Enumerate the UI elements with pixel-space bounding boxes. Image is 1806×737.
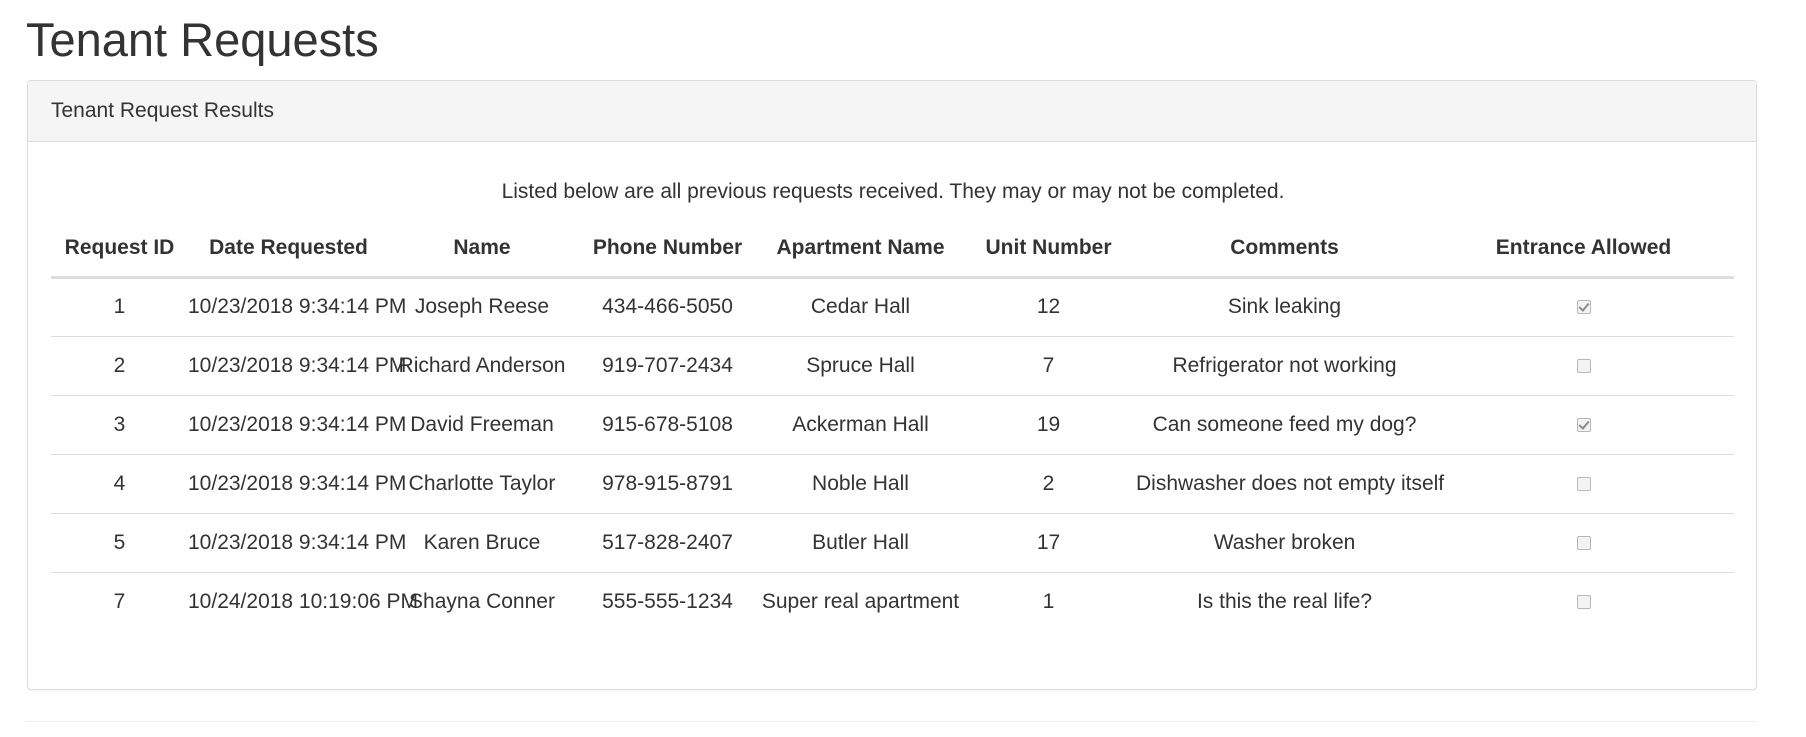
cell-comments: Can someone feed my dog? <box>1136 395 1433 455</box>
cell-name: David Freeman <box>389 395 575 455</box>
cell-unit-number: 19 <box>961 395 1136 455</box>
column-header-entrance-allowed: Entrance Allowed <box>1433 221 1734 279</box>
cell-phone-number: 517-828-2407 <box>575 513 760 573</box>
tenant-requests-page: Tenant Requests Tenant Request Results L… <box>0 0 1806 737</box>
cell-date-requested: 10/24/2018 10:19:06 PM <box>188 589 419 613</box>
cell-phone-number: 555-555-1234 <box>602 589 733 613</box>
cell-comments: Washer broken <box>1136 513 1433 573</box>
cell-unit-number: 2 <box>961 454 1136 514</box>
table-row: 3 10/23/2018 9:34:14 PM David Freeman 91… <box>51 395 1734 455</box>
panel-heading: Tenant Request Results <box>28 81 1756 142</box>
cell-name: Shayna Conner <box>409 589 555 613</box>
cell-entrance-allowed <box>1433 277 1734 337</box>
table-row: 1 10/23/2018 9:34:14 PM Joseph Reese 434… <box>51 277 1734 337</box>
cell-phone-number: 919-707-2434 <box>575 336 760 396</box>
cell-unit-number: 1 <box>1042 589 1055 613</box>
cell-entrance-allowed <box>1433 513 1734 573</box>
cell-comments: Is this the real life? <box>1196 589 1373 613</box>
cell-name: Karen Bruce <box>389 513 575 573</box>
cell-entrance-allowed <box>1433 572 1734 631</box>
cell-unit-number: 7 <box>961 336 1136 396</box>
entrance-allowed-checkbox[interactable] <box>1576 358 1591 373</box>
entrance-allowed-checkbox[interactable] <box>1576 417 1591 432</box>
cell-date-requested: 10/23/2018 9:34:14 PM <box>188 395 406 455</box>
page-title: Tenant Requests <box>26 13 379 66</box>
cell-name: Charlotte Taylor <box>389 454 575 514</box>
entrance-allowed-checkbox[interactable] <box>1576 300 1591 315</box>
table-row: 4 10/23/2018 9:34:14 PM Charlotte Taylor… <box>51 454 1734 514</box>
tenant-requests-table: Request ID Date Requested Name Phone Num… <box>51 221 1734 631</box>
cell-name: Richard Anderson <box>389 336 575 396</box>
cell-unit-number: 12 <box>961 277 1136 337</box>
cell-date-requested: 10/23/2018 9:34:14 PM <box>188 277 406 337</box>
cell-date-requested: 10/23/2018 9:34:14 PM <box>188 513 406 573</box>
column-header-comments: Comments <box>1136 221 1433 279</box>
cell-phone-number: 978-915-8791 <box>575 454 760 514</box>
cell-apartment-name: Ackerman Hall <box>760 395 961 455</box>
cell-unit-number: 17 <box>961 513 1136 573</box>
table-row: 2 10/23/2018 9:34:14 PM Richard Anderson… <box>51 336 1734 396</box>
footer-divider <box>26 721 1756 722</box>
cell-comments: Dishwasher does not empty itself <box>1136 454 1444 514</box>
cell-apartment-name: Butler Hall <box>760 513 961 573</box>
cell-comments: Sink leaking <box>1136 277 1433 337</box>
panel-intro-text: Listed below are all previous requests r… <box>501 180 1285 203</box>
entrance-allowed-checkbox[interactable] <box>1576 535 1591 550</box>
entrance-allowed-checkbox[interactable] <box>1576 476 1591 491</box>
table-header-row: Request ID Date Requested Name Phone Num… <box>51 221 1734 279</box>
cell-request-id: 4 <box>51 454 188 514</box>
cell-date-requested: 10/23/2018 9:34:14 PM <box>188 336 406 396</box>
table-row: 7 10/24/2018 10:19:06 PM Shayna Conner 5… <box>51 572 1734 631</box>
cell-apartment-name: Spruce Hall <box>760 336 961 396</box>
cell-apartment-name: Noble Hall <box>760 454 961 514</box>
column-header-unit-number: Unit Number <box>961 221 1136 279</box>
cell-apartment-name: Cedar Hall <box>760 277 961 337</box>
cell-phone-number: 434-466-5050 <box>575 277 760 337</box>
cell-request-id: 3 <box>51 395 188 455</box>
cell-apartment-name: Super real apartment <box>761 589 960 613</box>
cell-entrance-allowed <box>1433 395 1734 455</box>
table-row: 5 10/23/2018 9:34:14 PM Karen Bruce 517-… <box>51 513 1734 573</box>
cell-date-requested: 10/23/2018 9:34:14 PM <box>188 454 406 514</box>
cell-comments: Refrigerator not working <box>1136 336 1433 396</box>
column-header-name: Name <box>389 221 575 279</box>
cell-request-id: 1 <box>51 277 188 337</box>
results-panel: Tenant Request Results Listed below are … <box>27 80 1757 690</box>
column-header-phone-number: Phone Number <box>575 221 760 279</box>
cell-request-id: 5 <box>51 513 188 573</box>
column-header-date-requested: Date Requested <box>188 221 389 279</box>
cell-request-id: 7 <box>113 589 126 613</box>
column-header-request-id: Request ID <box>51 221 188 279</box>
entrance-allowed-checkbox[interactable] <box>1576 595 1591 610</box>
cell-entrance-allowed <box>1433 454 1734 514</box>
cell-request-id: 2 <box>51 336 188 396</box>
cell-name: Joseph Reese <box>389 277 575 337</box>
column-header-apartment-name: Apartment Name <box>760 221 961 279</box>
cell-entrance-allowed <box>1433 336 1734 396</box>
cell-phone-number: 915-678-5108 <box>575 395 760 455</box>
